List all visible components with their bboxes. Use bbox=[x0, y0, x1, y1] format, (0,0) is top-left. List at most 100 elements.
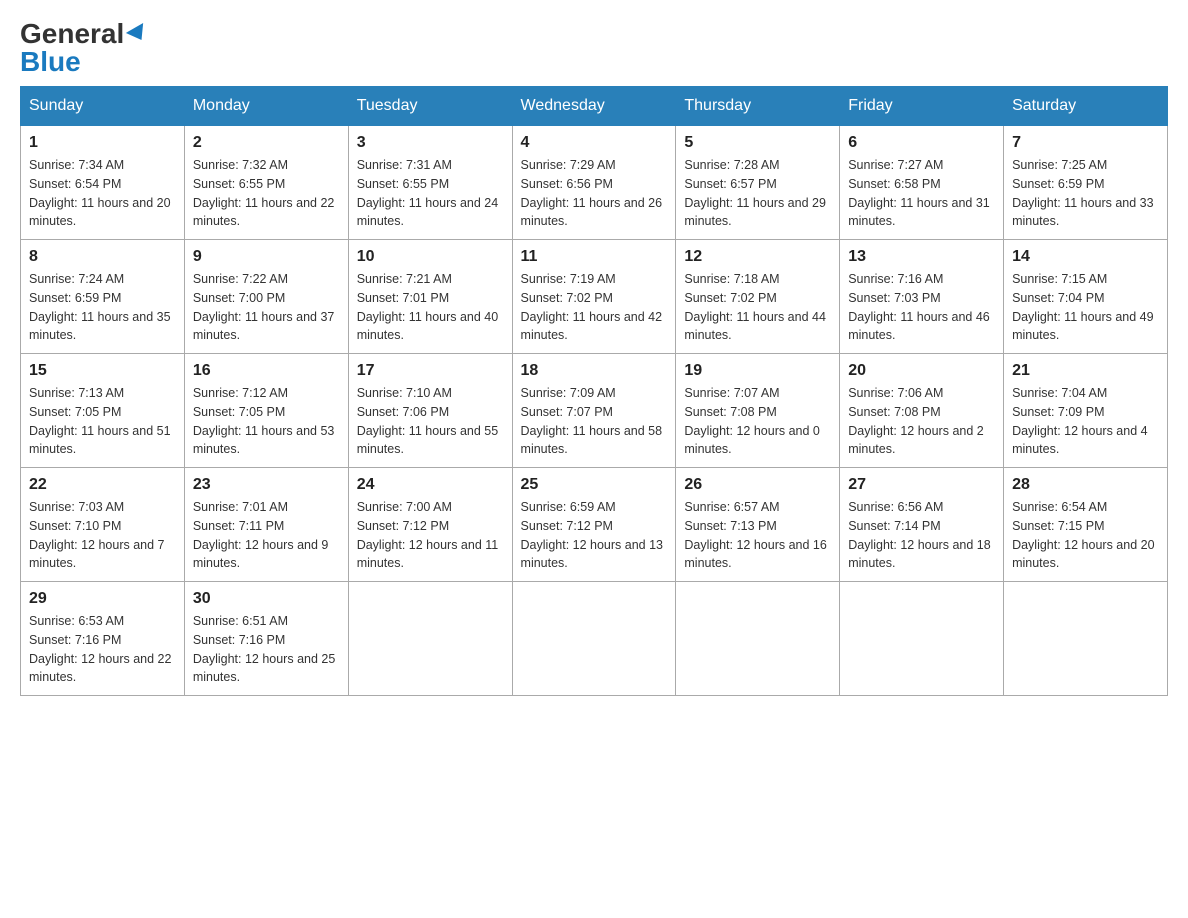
calendar-cell: 29 Sunrise: 6:53 AMSunset: 7:16 PMDayligh… bbox=[21, 582, 185, 696]
calendar-cell bbox=[1004, 582, 1168, 696]
calendar-cell: 17 Sunrise: 7:10 AMSunset: 7:06 PMDayligh… bbox=[348, 354, 512, 468]
day-number: 21 bbox=[1012, 362, 1159, 380]
calendar-cell: 19 Sunrise: 7:07 AMSunset: 7:08 PMDayligh… bbox=[676, 354, 840, 468]
col-monday: Monday bbox=[184, 87, 348, 126]
day-number: 27 bbox=[848, 476, 995, 494]
col-friday: Friday bbox=[840, 87, 1004, 126]
calendar-week-row: 1 Sunrise: 7:34 AMSunset: 6:54 PMDaylight… bbox=[21, 126, 1168, 240]
day-number: 15 bbox=[29, 362, 176, 380]
calendar-cell: 16 Sunrise: 7:12 AMSunset: 7:05 PMDayligh… bbox=[184, 354, 348, 468]
day-info: Sunrise: 6:53 AMSunset: 7:16 PMDaylight:… bbox=[29, 612, 176, 687]
day-number: 23 bbox=[193, 476, 340, 494]
calendar-cell: 11Sunrise: 7:19 AMSunset: 7:02 PMDayligh… bbox=[512, 240, 676, 354]
day-number: 8 bbox=[29, 248, 176, 266]
day-number: 14 bbox=[1012, 248, 1159, 266]
day-number: 11 bbox=[521, 248, 668, 266]
day-number: 30 bbox=[193, 590, 340, 608]
calendar-cell: 22Sunrise: 7:03 AMSunset: 7:10 PMDayligh… bbox=[21, 468, 185, 582]
calendar-cell: 21Sunrise: 7:04 AMSunset: 7:09 PMDayligh… bbox=[1004, 354, 1168, 468]
calendar-week-row: 8 Sunrise: 7:24 AMSunset: 6:59 PMDaylight… bbox=[21, 240, 1168, 354]
calendar-cell bbox=[348, 582, 512, 696]
day-number: 5 bbox=[684, 134, 831, 152]
calendar-header-row: Sunday Monday Tuesday Wednesday Thursday… bbox=[21, 87, 1168, 126]
day-info: Sunrise: 6:54 AMSunset: 7:15 PMDaylight:… bbox=[1012, 498, 1159, 573]
day-info: Sunrise: 7:09 AMSunset: 7:07 PMDaylight:… bbox=[521, 384, 668, 459]
day-info: Sunrise: 7:27 AMSunset: 6:58 PMDaylight:… bbox=[848, 156, 995, 231]
day-number: 10 bbox=[357, 248, 504, 266]
day-info: Sunrise: 7:34 AMSunset: 6:54 PMDaylight:… bbox=[29, 156, 176, 231]
calendar-week-row: 29 Sunrise: 6:53 AMSunset: 7:16 PMDayligh… bbox=[21, 582, 1168, 696]
col-saturday: Saturday bbox=[1004, 87, 1168, 126]
col-wednesday: Wednesday bbox=[512, 87, 676, 126]
calendar-cell: 6 Sunrise: 7:27 AMSunset: 6:58 PMDaylight… bbox=[840, 126, 1004, 240]
day-number: 18 bbox=[521, 362, 668, 380]
calendar-cell: 10 Sunrise: 7:21 AMSunset: 7:01 PMDayligh… bbox=[348, 240, 512, 354]
day-number: 1 bbox=[29, 134, 176, 152]
calendar-cell: 12 Sunrise: 7:18 AMSunset: 7:02 PMDayligh… bbox=[676, 240, 840, 354]
calendar-cell bbox=[840, 582, 1004, 696]
day-number: 9 bbox=[193, 248, 340, 266]
day-info: Sunrise: 6:59 AMSunset: 7:12 PMDaylight:… bbox=[521, 498, 668, 573]
calendar-cell: 28 Sunrise: 6:54 AMSunset: 7:15 PMDayligh… bbox=[1004, 468, 1168, 582]
logo: General Blue bbox=[20, 20, 148, 76]
calendar-cell: 13 Sunrise: 7:16 AMSunset: 7:03 PMDayligh… bbox=[840, 240, 1004, 354]
day-info: Sunrise: 7:32 AMSunset: 6:55 PMDaylight:… bbox=[193, 156, 340, 231]
day-number: 13 bbox=[848, 248, 995, 266]
calendar-cell: 23 Sunrise: 7:01 AMSunset: 7:11 PMDayligh… bbox=[184, 468, 348, 582]
day-info: Sunrise: 7:21 AMSunset: 7:01 PMDaylight:… bbox=[357, 270, 504, 345]
day-number: 28 bbox=[1012, 476, 1159, 494]
page-header: General Blue bbox=[20, 20, 1168, 76]
day-info: Sunrise: 6:57 AMSunset: 7:13 PMDaylight:… bbox=[684, 498, 831, 573]
calendar-cell: 18 Sunrise: 7:09 AMSunset: 7:07 PMDayligh… bbox=[512, 354, 676, 468]
col-tuesday: Tuesday bbox=[348, 87, 512, 126]
day-info: Sunrise: 7:03 AMSunset: 7:10 PMDaylight:… bbox=[29, 498, 176, 573]
calendar-cell: 7Sunrise: 7:25 AMSunset: 6:59 PMDaylight… bbox=[1004, 126, 1168, 240]
day-number: 24 bbox=[357, 476, 504, 494]
calendar-cell: 5 Sunrise: 7:28 AMSunset: 6:57 PMDaylight… bbox=[676, 126, 840, 240]
day-info: Sunrise: 7:22 AMSunset: 7:00 PMDaylight:… bbox=[193, 270, 340, 345]
calendar-cell: 8 Sunrise: 7:24 AMSunset: 6:59 PMDaylight… bbox=[21, 240, 185, 354]
day-number: 6 bbox=[848, 134, 995, 152]
calendar-cell: 24 Sunrise: 7:00 AMSunset: 7:12 PMDayligh… bbox=[348, 468, 512, 582]
day-number: 3 bbox=[357, 134, 504, 152]
day-number: 12 bbox=[684, 248, 831, 266]
day-info: Sunrise: 7:16 AMSunset: 7:03 PMDaylight:… bbox=[848, 270, 995, 345]
day-info: Sunrise: 7:01 AMSunset: 7:11 PMDaylight:… bbox=[193, 498, 340, 573]
calendar-cell: 27 Sunrise: 6:56 AMSunset: 7:14 PMDayligh… bbox=[840, 468, 1004, 582]
day-number: 16 bbox=[193, 362, 340, 380]
day-info: Sunrise: 7:06 AMSunset: 7:08 PMDaylight:… bbox=[848, 384, 995, 459]
day-number: 25 bbox=[521, 476, 668, 494]
day-number: 20 bbox=[848, 362, 995, 380]
calendar-cell: 2Sunrise: 7:32 AMSunset: 6:55 PMDaylight… bbox=[184, 126, 348, 240]
calendar-cell bbox=[512, 582, 676, 696]
calendar-cell: 9 Sunrise: 7:22 AMSunset: 7:00 PMDaylight… bbox=[184, 240, 348, 354]
day-info: Sunrise: 6:56 AMSunset: 7:14 PMDaylight:… bbox=[848, 498, 995, 573]
logo-blue-text: Blue bbox=[20, 48, 81, 76]
day-info: Sunrise: 7:00 AMSunset: 7:12 PMDaylight:… bbox=[357, 498, 504, 573]
day-number: 26 bbox=[684, 476, 831, 494]
logo-general-text: General bbox=[20, 20, 124, 48]
col-sunday: Sunday bbox=[21, 87, 185, 126]
day-number: 17 bbox=[357, 362, 504, 380]
calendar-table: Sunday Monday Tuesday Wednesday Thursday… bbox=[20, 86, 1168, 696]
calendar-cell: 1 Sunrise: 7:34 AMSunset: 6:54 PMDaylight… bbox=[21, 126, 185, 240]
day-info: Sunrise: 7:24 AMSunset: 6:59 PMDaylight:… bbox=[29, 270, 176, 345]
day-info: Sunrise: 6:51 AMSunset: 7:16 PMDaylight:… bbox=[193, 612, 340, 687]
day-info: Sunrise: 7:13 AMSunset: 7:05 PMDaylight:… bbox=[29, 384, 176, 459]
day-number: 19 bbox=[684, 362, 831, 380]
calendar-cell: 20 Sunrise: 7:06 AMSunset: 7:08 PMDayligh… bbox=[840, 354, 1004, 468]
calendar-cell: 14Sunrise: 7:15 AMSunset: 7:04 PMDayligh… bbox=[1004, 240, 1168, 354]
col-thursday: Thursday bbox=[676, 87, 840, 126]
day-info: Sunrise: 7:12 AMSunset: 7:05 PMDaylight:… bbox=[193, 384, 340, 459]
day-info: Sunrise: 7:18 AMSunset: 7:02 PMDaylight:… bbox=[684, 270, 831, 345]
calendar-cell: 25 Sunrise: 6:59 AMSunset: 7:12 PMDayligh… bbox=[512, 468, 676, 582]
calendar-cell: 4Sunrise: 7:29 AMSunset: 6:56 PMDaylight… bbox=[512, 126, 676, 240]
day-number: 29 bbox=[29, 590, 176, 608]
calendar-cell: 30 Sunrise: 6:51 AMSunset: 7:16 PMDayligh… bbox=[184, 582, 348, 696]
day-info: Sunrise: 7:07 AMSunset: 7:08 PMDaylight:… bbox=[684, 384, 831, 459]
calendar-cell bbox=[676, 582, 840, 696]
calendar-cell: 15 Sunrise: 7:13 AMSunset: 7:05 PMDayligh… bbox=[21, 354, 185, 468]
day-info: Sunrise: 7:28 AMSunset: 6:57 PMDaylight:… bbox=[684, 156, 831, 231]
logo-triangle-icon bbox=[126, 23, 150, 45]
day-info: Sunrise: 7:10 AMSunset: 7:06 PMDaylight:… bbox=[357, 384, 504, 459]
